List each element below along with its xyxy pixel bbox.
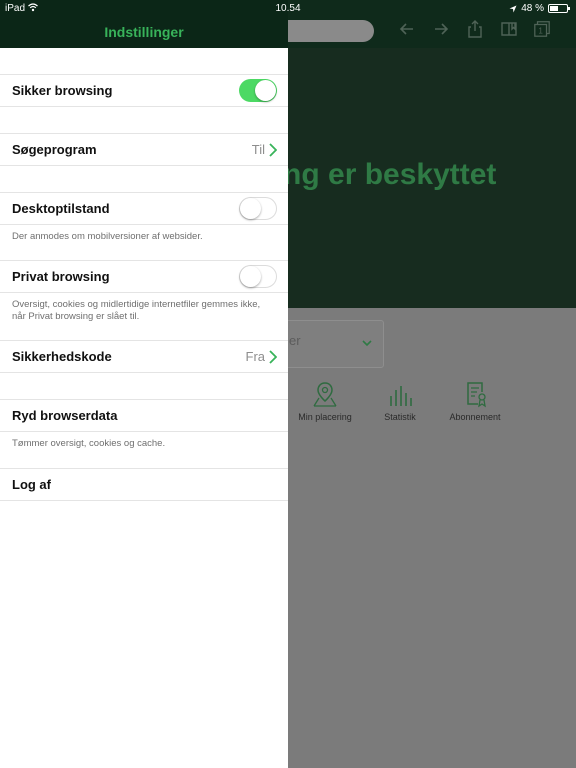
search-engine-value: Til	[251, 142, 265, 157]
map-pin-icon	[313, 382, 337, 407]
chevron-down-icon	[362, 340, 372, 347]
hero-heading: sing er beskyttet	[258, 158, 497, 191]
chevron-right-icon	[269, 142, 277, 157]
back-arrow-icon[interactable]	[397, 20, 417, 40]
feature-label: Abonnement	[449, 412, 501, 422]
svg-text:1: 1	[538, 27, 543, 36]
share-icon[interactable]	[465, 20, 485, 40]
safe-browsing-row: Sikker browsing	[0, 74, 288, 107]
private-browsing-note: Oversigt, cookies og midlertidige intern…	[12, 299, 261, 322]
chevron-right-icon	[269, 349, 277, 364]
settings-title: Indstillinger	[104, 24, 184, 40]
desktop-mode-note: Der anmodes om mobilversioner af webside…	[12, 231, 203, 242]
private-browsing-row: Privat browsing	[0, 260, 288, 293]
security-code-row[interactable]: Sikkerhedskode Fra	[0, 340, 288, 373]
desktop-mode-row: Desktoptilstand	[0, 192, 288, 225]
location-arrow-icon	[509, 5, 517, 12]
desktop-mode-toggle[interactable]	[239, 197, 277, 220]
security-code-value: Fra	[245, 349, 266, 364]
security-code-label: Sikkerhedskode	[12, 349, 112, 364]
forward-arrow-icon[interactable]	[431, 20, 451, 40]
feature-label: Min placering	[298, 412, 352, 422]
private-browsing-label: Privat browsing	[12, 269, 110, 284]
clear-data-label: Ryd browserdata	[12, 408, 118, 423]
safe-browsing-label: Sikker browsing	[12, 83, 113, 98]
status-bar: iPad 10.54 48 %	[0, 0, 576, 18]
feature-label: Statistik	[384, 412, 416, 422]
dropdown-value: er	[289, 333, 301, 348]
bar-chart-icon	[390, 386, 412, 406]
clear-data-note: Tømmer oversigt, cookies og cache.	[12, 438, 166, 449]
battery-icon	[548, 4, 570, 13]
clear-data-row[interactable]: Ryd browserdata	[0, 399, 288, 432]
tabs-icon[interactable]: 1	[532, 20, 552, 40]
logout-row[interactable]: Log af	[0, 468, 288, 501]
feature-subscription[interactable]: Abonnement	[430, 380, 520, 422]
bookmarks-icon[interactable]	[499, 20, 519, 40]
logout-label: Log af	[12, 477, 51, 492]
search-engine-label: Søgeprogram	[12, 142, 97, 157]
private-browsing-toggle[interactable]	[239, 265, 277, 288]
certificate-icon	[467, 382, 486, 408]
desktop-mode-label: Desktoptilstand	[12, 201, 110, 216]
search-engine-row[interactable]: Søgeprogram Til	[0, 133, 288, 166]
settings-list: Sikker browsing Søgeprogram Til Desktopt…	[0, 48, 288, 501]
settings-panel: Indstillinger Sikker browsing Søgeprogra…	[0, 0, 288, 768]
battery-percent: 48 %	[521, 3, 544, 14]
safe-browsing-toggle[interactable]	[239, 79, 277, 102]
clock: 10.54	[275, 3, 301, 14]
